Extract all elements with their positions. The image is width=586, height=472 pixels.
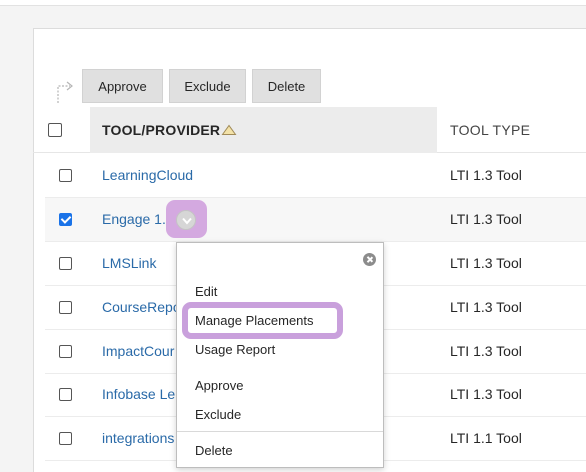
context-menu: Edit Manage Placements Usage Report Appr… [176,242,384,468]
tool-type: LTI 1.3 Tool [450,167,522,183]
tool-name-link[interactable]: integrations [102,430,174,446]
menu-item-usage-report[interactable]: Usage Report [195,342,275,357]
row-checkbox[interactable] [59,213,72,226]
column-header-tool-provider[interactable]: TOOL/PROVIDER [102,122,220,138]
tool-type: LTI 1.3 Tool [450,343,522,359]
row-checkbox[interactable] [59,301,72,314]
top-band [0,0,586,6]
tool-type: LTI 1.1 Tool [450,430,522,446]
select-all-checkbox[interactable] [48,123,62,137]
delete-button[interactable]: Delete [252,69,321,103]
row-checkbox[interactable] [59,432,72,445]
tool-type: LTI 1.3 Tool [450,255,522,271]
tool-name-link[interactable]: LearningCloud [102,167,193,183]
exclude-button[interactable]: Exclude [169,69,246,103]
manage-placements-highlight [182,302,343,339]
row-checkbox[interactable] [59,257,72,270]
close-icon[interactable] [363,253,376,266]
tool-type: LTI 1.3 Tool [450,386,522,402]
table-row: Engage 1.3 LTI 1.3 Tool [45,198,586,242]
row-checkbox[interactable] [59,345,72,358]
tool-name-link[interactable]: CourseRepo [102,299,181,315]
menu-item-exclude[interactable]: Exclude [195,407,241,422]
row-menu-button[interactable] [176,210,196,230]
tool-name-link[interactable]: ImpactCour [102,343,174,359]
column-header-tool-type[interactable]: TOOL TYPE [450,122,530,138]
table-row: LearningCloud LTI 1.3 Tool [45,154,586,198]
tool-type: LTI 1.3 Tool [450,299,522,315]
menu-item-delete[interactable]: Delete [195,443,233,458]
row-checkbox[interactable] [59,388,72,401]
menu-divider [177,431,383,432]
tool-name-link[interactable]: Infobase Le [102,386,175,402]
approve-button[interactable]: Approve [82,69,163,103]
tool-type: LTI 1.3 Tool [450,211,522,227]
tool-name-link[interactable]: LMSLink [102,255,156,271]
row-checkbox[interactable] [59,169,72,182]
sort-ascending-icon[interactable] [221,124,237,136]
menu-item-edit[interactable]: Edit [195,284,217,299]
corner-arrow-icon [57,81,73,103]
chevron-down-icon [182,217,192,225]
menu-item-approve[interactable]: Approve [195,378,243,393]
